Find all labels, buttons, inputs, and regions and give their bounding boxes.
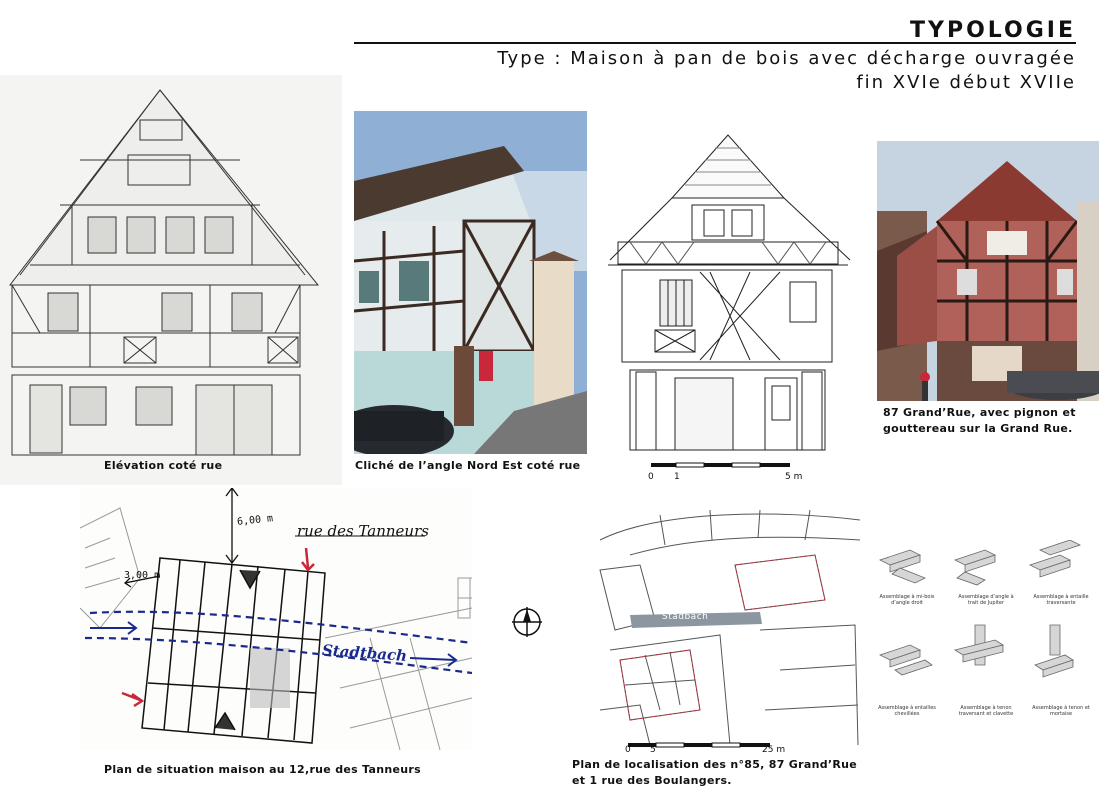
scale-large-25: 25 m (762, 745, 786, 755)
type-subtitle: Type : Maison à pan de bois avec décharg… (497, 48, 1076, 69)
scale-large-zero: 0 (625, 745, 631, 755)
scale-small-zero: 0 (648, 472, 654, 482)
elevation-caption: Elévation coté rue (104, 459, 223, 472)
street-elevation-drawing (0, 75, 342, 485)
street-label: rue des Tanneurs (297, 522, 429, 540)
title-rule (354, 42, 1076, 44)
compass-icon (510, 605, 544, 639)
joint-label-3: Assemblage à entaille traversante (1033, 594, 1089, 606)
scale-small-five: 5 m (785, 472, 803, 482)
joint-label-1: Assemblage à mi-bois d’angle droit (879, 594, 935, 606)
localisation-plan (580, 510, 860, 745)
joint-label-2: Assemblage d’angle à trait de Jupiter (958, 594, 1014, 606)
stream-label-plan: Stadbach (662, 612, 709, 622)
dim-label-left: 3,00 m (124, 570, 161, 581)
page-title: TYPOLOGIE (910, 18, 1076, 43)
facade-elevation-drawing (600, 130, 855, 452)
localisation-caption-line2: et 1 rue des Boulangers. (572, 774, 732, 787)
photo-northeast-corner (354, 111, 587, 454)
photo-87-grandrue (877, 141, 1099, 401)
localisation-caption-line1: Plan de localisation des n°85, 87 Grand’… (572, 758, 858, 771)
scale-small-one: 1 (674, 472, 680, 482)
scale-large-five: 5 (650, 745, 656, 755)
timber-joints-diagram (875, 540, 1090, 730)
joint-label-6: Assemblage à tenon et mortaise (1032, 705, 1090, 717)
scale-bar-small (650, 460, 800, 484)
period-subtitle: fin XVIe début XVIIe (856, 72, 1076, 93)
situation-plan-caption: Plan de situation maison au 12,rue des T… (104, 763, 421, 776)
joint-label-5: Assemblage à tenon traversant et clavett… (958, 705, 1014, 717)
joint-label-4: Assemblage à entailles chevillées (878, 705, 936, 717)
grandrue-caption-line1: 87 Grand’Rue, avec pignon et (883, 406, 1076, 419)
photo-corner-caption: Cliché de l’angle Nord Est coté rue (355, 459, 581, 472)
grandrue-caption-line2: gouttereau sur la Grand Rue. (883, 422, 1073, 435)
